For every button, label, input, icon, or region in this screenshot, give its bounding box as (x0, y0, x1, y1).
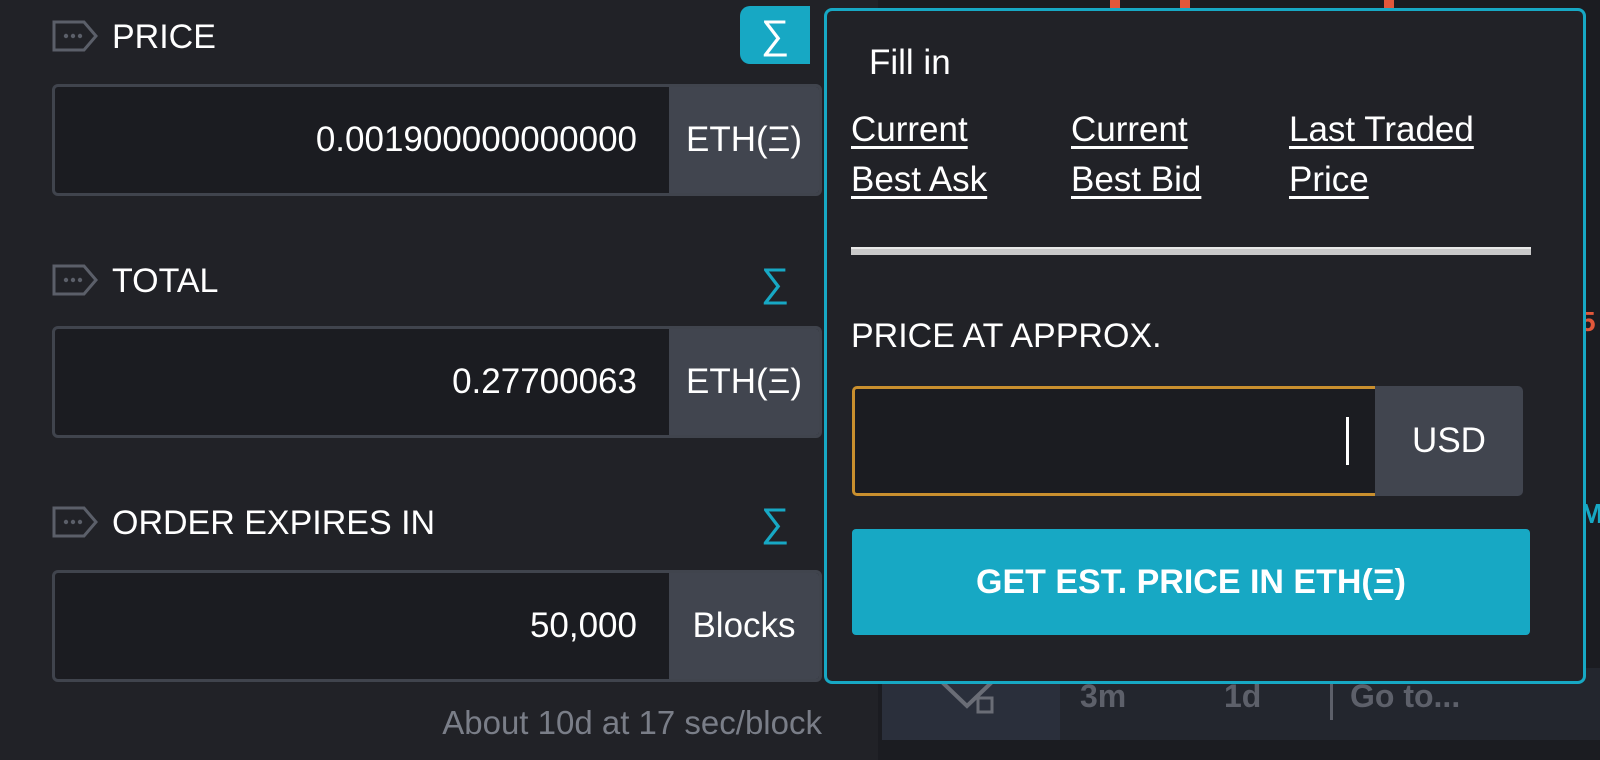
chart-candle (1180, 0, 1190, 8)
expiry-value: 50,000 (529, 606, 637, 645)
chart-candle (1110, 0, 1120, 8)
expiry-input[interactable]: 50,000 Blocks (52, 570, 822, 682)
total-value: 0.27700063 (452, 362, 637, 401)
price-unit: ETH(Ξ) (669, 87, 819, 193)
current-best-bid-link[interactable]: Current Best Bid (1071, 105, 1201, 205)
current-best-ask-link[interactable]: Current Best Ask (851, 105, 987, 205)
text-caret (1346, 417, 1349, 465)
chart-candle (1384, 0, 1394, 8)
popover-divider (851, 247, 1531, 255)
usd-price-input[interactable] (852, 386, 1382, 496)
price-value: 0.001900000000000 (315, 120, 637, 159)
total-unit: ETH(Ξ) (669, 329, 819, 435)
tag-icon (52, 506, 98, 538)
get-est-price-button[interactable]: GET EST. PRICE IN ETH(Ξ) (852, 529, 1530, 635)
toolbar-divider (1330, 682, 1333, 720)
price-sigma-button[interactable]: ∑ (740, 6, 810, 64)
usd-unit: USD (1375, 386, 1523, 496)
price-label: PRICE (112, 18, 216, 56)
total-input[interactable]: 0.27700063 ETH(Ξ) (52, 326, 822, 438)
expiry-hint: About 10d at 17 sec/block (442, 704, 822, 741)
price-input[interactable]: 0.001900000000000 ETH(Ξ) (52, 84, 822, 196)
price-at-approx-label: PRICE AT APPROX. (851, 317, 1162, 355)
expiry-label: ORDER EXPIRES IN (112, 504, 436, 542)
tag-icon (52, 264, 98, 296)
link-line: Best Bid (1071, 160, 1202, 199)
link-line: Last Traded (1289, 110, 1474, 149)
expiry-label-row: ORDER EXPIRES IN (52, 500, 828, 550)
total-label-row: TOTAL (52, 258, 828, 308)
expiry-sigma-button[interactable]: ∑ (740, 494, 810, 552)
popover-title: Fill in (869, 43, 951, 82)
expiry-unit: Blocks (669, 573, 819, 679)
link-line: Current (851, 110, 968, 149)
link-line: Price (1289, 160, 1369, 199)
price-label-row: PRICE (52, 14, 828, 64)
total-sigma-button[interactable]: ∑ (740, 254, 810, 312)
tag-icon (52, 20, 98, 52)
link-line: Current (1071, 110, 1188, 149)
fill-in-popover: Fill in Current Best Ask Current Best Bi… (824, 8, 1586, 684)
last-traded-price-link[interactable]: Last Traded Price (1289, 105, 1474, 205)
total-label: TOTAL (112, 262, 219, 300)
link-line: Best Ask (851, 160, 988, 199)
